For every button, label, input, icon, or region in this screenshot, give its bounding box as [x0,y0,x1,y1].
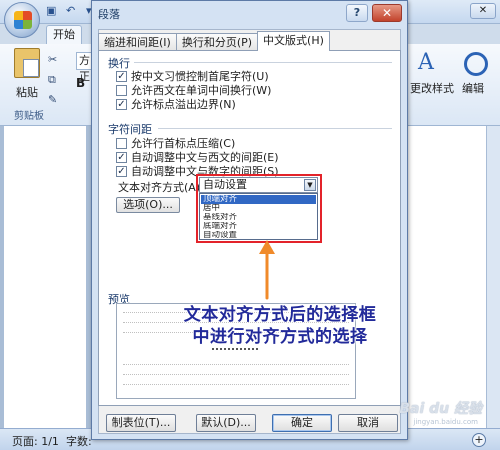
tab-indent-spacing[interactable]: 缩进和间距(I) [98,33,177,51]
change-styles-icon[interactable]: A [418,50,434,75]
close-window-button[interactable]: ✕ [470,3,496,19]
checkbox[interactable] [116,165,127,177]
close-button[interactable]: ✕ [372,4,402,22]
edit-label[interactable]: 编辑 [462,80,484,96]
dialog-tabs: 缩进和间距(I) 换行和分页(P) 中文版式(H) [98,31,330,51]
change-styles-label[interactable]: 更改样式 [410,80,454,96]
document-page-right[interactable] [408,126,486,428]
zoom-in-icon[interactable]: + [472,433,486,447]
clipboard-tools: ✂ ⧉ ✎ [48,50,57,110]
text-alignment-label: 文本对齐方式(A): [118,181,204,194]
cut-icon[interactable]: ✂ [48,50,57,70]
ok-button[interactable]: 确定 [272,414,332,432]
status-word-count[interactable]: 字数: [66,433,92,449]
tabs-button[interactable]: 制表位(T)... [106,414,176,432]
checkbox[interactable] [116,137,127,149]
preview-line [123,384,349,388]
help-button[interactable]: ? [346,4,368,22]
highlight-box [196,174,322,243]
preview-line [123,364,349,368]
checkbox-row[interactable]: 按中文习惯控制首尾字符(U) [116,69,269,83]
format-painter-icon[interactable]: ✎ [48,90,57,110]
bold-button[interactable]: B [76,76,85,90]
watermark-url: jingyan.baidu.com [413,418,478,426]
checkbox-row[interactable]: 自动调整中文与西文的间距(E) [116,150,279,164]
window-controls: ✕ [470,3,496,19]
checkbox[interactable] [116,70,127,82]
tab-home[interactable]: 开始 [46,25,82,44]
preview-sample-text [212,348,258,354]
section-divider [158,128,392,129]
tab-asian-typography[interactable]: 中文版式(H) [257,31,330,51]
preview-line [123,374,349,378]
watermark-brand: Bai du 经验 [399,401,482,417]
clipboard-group-label: 剪贴板 [14,111,44,122]
vertical-scrollbar[interactable] [486,126,500,428]
section-divider [134,62,392,63]
dialog-title: 段落 [98,8,120,21]
paste-icon[interactable] [14,48,40,78]
save-icon[interactable]: ▣ [46,4,60,18]
checkbox-row[interactable]: 允许西文在单词中间换行(W) [116,83,271,97]
copy-icon[interactable]: ⧉ [48,70,57,90]
checkbox[interactable] [116,98,127,110]
checkbox[interactable] [116,151,127,163]
default-button[interactable]: 默认(D)... [196,414,256,432]
cancel-button[interactable]: 取消 [338,414,398,432]
document-page-left[interactable] [4,126,86,428]
tab-line-page-breaks[interactable]: 换行和分页(P) [175,33,259,51]
edit-search-icon[interactable] [464,52,488,76]
dialog-title-bar: 段落 ? ✕ [92,1,407,25]
paste-label[interactable]: 粘贴 [16,84,38,100]
undo-icon[interactable]: ↶ [66,4,80,18]
checkbox-row[interactable]: 允许行首标点压缩(C) [116,136,235,150]
checkbox-row[interactable]: 允许标点溢出边界(N) [116,97,236,111]
annotation-arrow-icon [259,240,275,300]
checkbox[interactable] [116,84,127,96]
options-button[interactable]: 选项(O)... [116,197,180,213]
status-page-count[interactable]: 页面: 1/1 [12,433,59,449]
checkbox-label: 允许标点溢出边界(N) [131,98,236,111]
annotation-caption-line2: 中进行对齐方式的选择 [192,327,368,347]
